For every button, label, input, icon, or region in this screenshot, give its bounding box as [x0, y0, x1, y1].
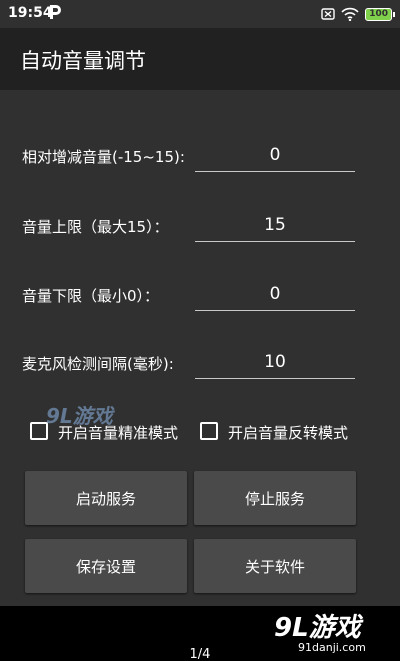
notification-p-icon [50, 5, 61, 19]
relative-volume-input[interactable]: 0 [195, 140, 355, 172]
watermark-logo-text: 9L游戏 [274, 613, 361, 643]
watermark-url: 91danji.com [298, 641, 366, 654]
save-settings-button[interactable]: 保存设置 [25, 539, 187, 593]
precise-mode-checkbox[interactable] [30, 422, 48, 440]
mic-interval-label: 麦克风检测间隔(毫秒): [22, 355, 174, 373]
mic-interval-input[interactable]: 10 [195, 347, 355, 379]
about-software-button[interactable]: 关于软件 [194, 539, 356, 593]
battery-icon: 100 [365, 7, 395, 21]
app-bar: 自动音量调节 [0, 28, 400, 90]
status-bar: 19:54 100 [0, 0, 400, 28]
stop-service-button[interactable]: 停止服务 [194, 471, 356, 525]
app-title: 自动音量调节 [20, 49, 146, 73]
status-time: 19:54 [8, 5, 53, 21]
volume-min-label: 音量下限（最小0）： [22, 287, 160, 305]
volume-max-input[interactable]: 15 [195, 210, 355, 242]
sim-off-icon [321, 8, 335, 20]
volume-max-label: 音量上限（最大15）： [22, 218, 169, 236]
precise-mode-label: 开启音量精准模式 [58, 424, 179, 442]
relative-volume-label: 相对增减音量(-15~15): [22, 148, 185, 166]
reverse-mode-label: 开启音量反转模式 [228, 424, 349, 442]
reverse-mode-checkbox[interactable] [200, 422, 218, 440]
wifi-icon [341, 7, 359, 21]
status-icons: 100 [321, 5, 395, 23]
start-service-button[interactable]: 启动服务 [25, 471, 187, 525]
volume-min-input[interactable]: 0 [195, 279, 355, 311]
watermark-logo: 9L游戏 91danji.com [274, 607, 394, 657]
